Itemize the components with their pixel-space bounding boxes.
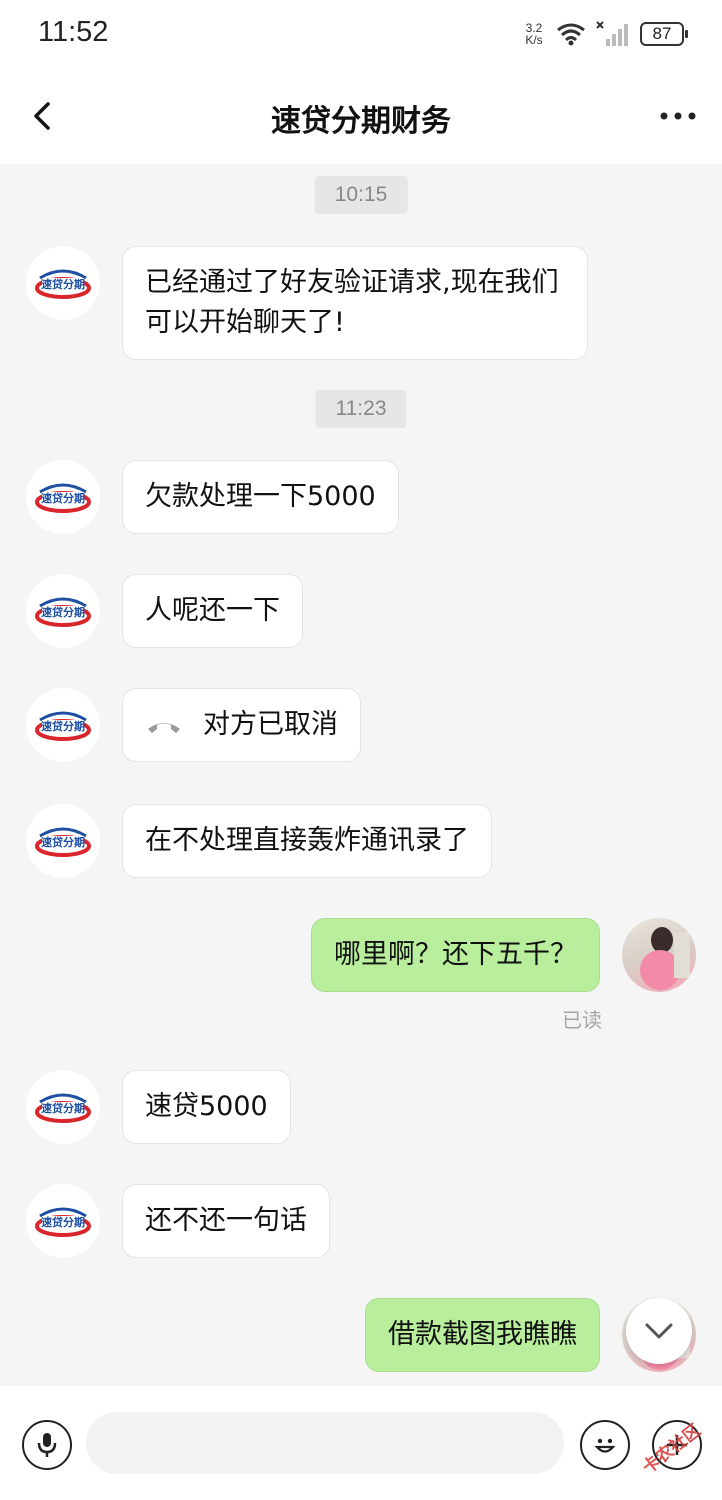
loan-company-logo-icon: 速贷分期 xyxy=(35,711,91,741)
user-photo-icon xyxy=(640,927,690,990)
contact-avatar[interactable]: 速贷分期 xyxy=(26,574,100,648)
contact-avatar[interactable]: 速贷分期 xyxy=(26,1070,100,1144)
svg-text:速贷分期: 速贷分期 xyxy=(41,491,85,505)
network-speed-unit: K/s xyxy=(525,33,543,47)
message-bubble[interactable]: 在不处理直接轰炸通讯录了 xyxy=(122,804,492,878)
chevron-down-icon xyxy=(645,1323,673,1339)
microphone-icon xyxy=(37,1433,57,1457)
message-bubble[interactable]: 哪里啊？还下五千？ xyxy=(311,918,600,992)
chat-messages-area[interactable]: 10:15 速贷分期 已经通过了好友验证请求,现在我们可以开始聊天了! 11:2… xyxy=(0,164,722,1386)
svg-text:速贷分期: 速贷分期 xyxy=(41,1215,85,1229)
user-avatar[interactable] xyxy=(622,918,696,992)
message-sent: 哪里啊？还下五千？ xyxy=(311,918,696,992)
message-bubble[interactable]: 还不还一句话 xyxy=(122,1184,330,1258)
svg-text:速贷分期: 速贷分期 xyxy=(41,277,85,291)
message-bubble[interactable]: 人呢还一下 xyxy=(122,574,303,648)
cellular-signal-icon xyxy=(596,21,628,46)
message-text-input[interactable] xyxy=(86,1412,564,1474)
message-received: 速贷分期 已经通过了好友验证请求,现在我们可以开始聊天了! xyxy=(26,246,588,360)
contact-avatar[interactable]: 速贷分期 xyxy=(26,804,100,878)
call-status-text: 对方已取消 xyxy=(203,709,338,740)
loan-company-logo-icon: 速贷分期 xyxy=(35,827,91,857)
svg-text:速贷分期: 速贷分期 xyxy=(41,605,85,619)
loan-company-logo-icon: 速贷分期 xyxy=(35,1093,91,1123)
message-received: 速贷分期 在不处理直接轰炸通讯录了 xyxy=(26,804,492,878)
message-bubble[interactable]: 借款截图我瞧瞧 xyxy=(365,1298,600,1372)
message-bubble[interactable]: 已经通过了好友验证请求,现在我们可以开始聊天了! xyxy=(122,246,588,360)
more-dots-icon xyxy=(660,112,696,120)
message-received: 速贷分期 人呢还一下 xyxy=(26,574,303,648)
read-receipt: 已读 xyxy=(562,1008,602,1032)
contact-avatar[interactable]: 速贷分期 xyxy=(26,460,100,534)
scroll-to-bottom-button[interactable] xyxy=(626,1298,692,1364)
contact-avatar[interactable]: 速贷分期 xyxy=(26,688,100,762)
svg-text:速贷分期: 速贷分期 xyxy=(41,835,85,849)
time-divider: 11:23 xyxy=(315,390,407,428)
loan-company-logo-icon: 速贷分期 xyxy=(35,1207,91,1237)
status-icons: 3.2 K/s 87 xyxy=(522,18,688,50)
contact-avatar[interactable]: 速贷分期 xyxy=(26,1184,100,1258)
wifi-icon xyxy=(557,23,585,46)
more-options-button[interactable] xyxy=(658,98,698,134)
battery-indicator: 87 xyxy=(640,22,688,46)
message-input-bar xyxy=(0,1386,722,1500)
loan-company-logo-icon: 速贷分期 xyxy=(35,483,91,513)
svg-text:速贷分期: 速贷分期 xyxy=(41,1101,85,1115)
loan-company-logo-icon: 速贷分期 xyxy=(35,269,91,299)
contact-avatar[interactable]: 速贷分期 xyxy=(26,246,100,320)
watermark-text: 卡农社区 xyxy=(638,1420,705,1478)
message-bubble[interactable]: 欠款处理一下5000 xyxy=(122,460,399,534)
message-received-call: 速贷分期 对方已取消 xyxy=(26,688,361,762)
svg-text:速贷分期: 速贷分期 xyxy=(41,719,85,733)
loan-company-logo-icon: 速贷分期 xyxy=(35,597,91,627)
time-divider: 10:15 xyxy=(314,176,408,214)
network-speed: 3.2 K/s xyxy=(522,22,546,46)
phone-hangup-icon xyxy=(148,723,180,733)
call-record-bubble[interactable]: 对方已取消 xyxy=(122,688,361,762)
message-bubble[interactable]: 速贷5000 xyxy=(122,1070,291,1144)
message-received: 速贷分期 还不还一句话 xyxy=(26,1184,330,1258)
status-time: 11:52 xyxy=(38,16,109,48)
chat-header: 速贷分期财务 xyxy=(0,68,722,164)
chat-title: 速贷分期财务 xyxy=(271,104,451,139)
voice-input-button[interactable] xyxy=(22,1420,72,1470)
message-received: 速贷分期 欠款处理一下5000 xyxy=(26,460,399,534)
message-received: 速贷分期 速贷5000 xyxy=(26,1070,291,1144)
status-bar: 11:52 3.2 K/s 87 xyxy=(0,0,722,68)
